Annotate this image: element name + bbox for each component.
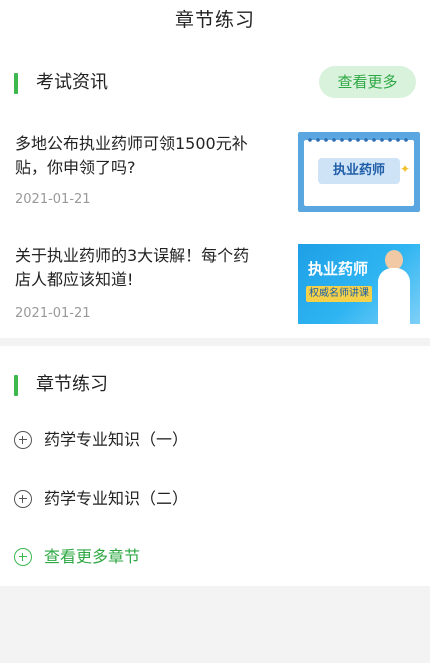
news-date: 2021-01-21 <box>15 306 91 321</box>
thumbnail-caption: 执业药师 <box>308 260 369 278</box>
exam-news-title: 考试资讯 <box>36 72 108 93</box>
news-title: 关于执业药师的3大误解！每个药店人都应该知道! <box>15 246 250 289</box>
news-thumbnail[interactable]: 执业药师 ✦ <box>298 132 420 212</box>
view-more-button[interactable]: 查看更多 <box>319 66 416 98</box>
news-title: 多地公布执业药师可领1500元补贴，你申领了吗? <box>15 134 248 177</box>
chapter-practice-header: 章节练习 <box>0 366 430 406</box>
exam-news-card: 考试资讯 查看更多 多地公布执业药师可领1500元补贴，你申领了吗? 2021-… <box>0 42 430 338</box>
thumbnail-subcaption: 权威名师讲课 <box>306 286 372 302</box>
chapter-practice-title: 章节练习 <box>36 374 108 395</box>
view-more-chapters-button[interactable]: 查看更多章节 <box>0 540 430 576</box>
plus-circle-icon <box>14 431 32 449</box>
plus-circle-icon <box>14 490 32 508</box>
news-date: 2021-01-21 <box>15 192 91 207</box>
news-item[interactable]: 关于执业药师的3大误解！每个药店人都应该知道! 2021-01-21 执业药师 … <box>0 244 430 348</box>
exam-news-header: 考试资讯 查看更多 <box>0 64 430 104</box>
doctor-illustration <box>376 250 412 324</box>
section-accent-bar <box>14 73 18 94</box>
view-more-chapters-label: 查看更多章节 <box>44 547 141 566</box>
news-thumbnail[interactable]: 执业药师 权威名师讲课 <box>298 244 420 324</box>
section-accent-bar <box>14 375 18 396</box>
news-item[interactable]: 多地公布执业药师可领1500元补贴，你申领了吗? 2021-01-21 执业药师… <box>0 132 430 236</box>
thumbnail-caption: 执业药师 <box>318 158 400 184</box>
chapter-item-pharmacy-1[interactable]: 药学专业知识（一） <box>0 423 430 459</box>
page-title: 章节练习 <box>174 9 255 31</box>
chapter-practice-card: 章节练习 药学专业知识（一） 药学专业知识（二） 查看更多章节 <box>0 346 430 586</box>
app-header: 章节练习 <box>0 0 430 42</box>
chapter-label: 药学专业知识（一） <box>44 430 189 449</box>
lightbulb-icon: ✦ <box>399 162 410 176</box>
plus-circle-icon <box>14 548 32 566</box>
chapter-label: 药学专业知识（二） <box>44 489 189 508</box>
chapter-item-pharmacy-2[interactable]: 药学专业知识（二） <box>0 482 430 518</box>
notebook-rings <box>306 137 412 143</box>
